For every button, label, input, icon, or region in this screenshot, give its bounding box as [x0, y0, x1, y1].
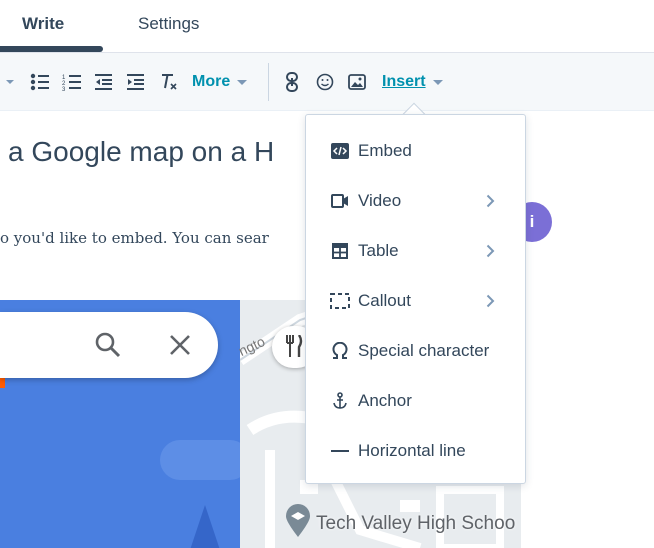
chevron-down-icon[interactable]	[4, 71, 16, 93]
menu-item-label: Embed	[358, 141, 412, 160]
more-dropdown[interactable]: More	[192, 71, 248, 93]
horizontal-line-icon	[330, 441, 350, 461]
school-label: Tech Valley High Schoo	[316, 513, 516, 534]
image-icon[interactable]	[348, 71, 366, 93]
map-pin-shape	[190, 505, 220, 548]
menu-item-label: Horizontal line	[358, 441, 466, 460]
insert-dropdown[interactable]: Insert	[382, 71, 443, 93]
menu-item-horizontal-line[interactable]: Horizontal line	[306, 426, 525, 476]
more-label: More	[192, 73, 231, 90]
chevron-right-icon	[486, 291, 496, 311]
toolbar-divider	[268, 63, 269, 101]
map-cloud-shape	[160, 440, 250, 480]
search-icon[interactable]	[94, 331, 122, 364]
menu-item-table[interactable]: Table	[306, 226, 525, 276]
menu-item-label: Special character	[358, 341, 490, 360]
omega-icon	[330, 341, 350, 361]
menu-item-label: Table	[358, 241, 399, 260]
outdent-icon[interactable]	[95, 71, 113, 93]
tab-settings[interactable]: Settings	[138, 13, 199, 35]
emoji-icon[interactable]	[316, 71, 334, 93]
svg-text:3: 3	[62, 87, 66, 91]
menu-item-label: Callout	[358, 291, 411, 310]
indent-icon[interactable]	[127, 71, 145, 93]
post-paragraph[interactable]: o you'd like to embed. You can sear	[0, 229, 269, 247]
tab-bar: Write Settings	[0, 0, 654, 53]
editor-window: Write Settings 123 More Insert a Google …	[0, 0, 654, 548]
formatting-toolbar: 123 More Insert	[0, 53, 654, 111]
embed-icon	[330, 141, 350, 161]
menu-item-video[interactable]: Video	[306, 176, 525, 226]
menu-item-label: Video	[358, 191, 402, 210]
school-pin-icon[interactable]	[284, 504, 312, 538]
menu-item-callout[interactable]: Callout	[306, 276, 525, 326]
table-icon	[330, 241, 350, 261]
post-title[interactable]: a Google map on a H	[8, 136, 274, 168]
numbered-list-icon[interactable]: 123	[62, 71, 82, 93]
bulleted-list-icon[interactable]	[30, 71, 50, 93]
callout-icon	[330, 291, 350, 311]
tab-write[interactable]: Write	[22, 13, 64, 35]
clear-format-icon[interactable]	[160, 71, 178, 93]
chevron-right-icon	[486, 191, 496, 211]
active-tab-indicator	[0, 46, 103, 52]
chevron-down-icon	[237, 79, 248, 85]
anchor-icon	[330, 391, 350, 411]
chevron-right-icon	[486, 241, 496, 261]
menu-item-special-character[interactable]: Special character	[306, 326, 525, 376]
video-icon	[330, 191, 350, 211]
insert-label: Insert	[382, 73, 426, 90]
menu-item-anchor[interactable]: Anchor	[306, 376, 525, 426]
link-icon[interactable]	[285, 71, 299, 93]
chevron-down-icon	[432, 79, 443, 85]
map-search-box[interactable]	[0, 312, 218, 378]
close-icon[interactable]	[168, 333, 192, 362]
menu-item-label: Anchor	[358, 391, 412, 410]
menu-item-embed[interactable]: Embed	[306, 126, 525, 176]
insert-menu: Embed Video Table Callout Special charac…	[305, 114, 526, 484]
